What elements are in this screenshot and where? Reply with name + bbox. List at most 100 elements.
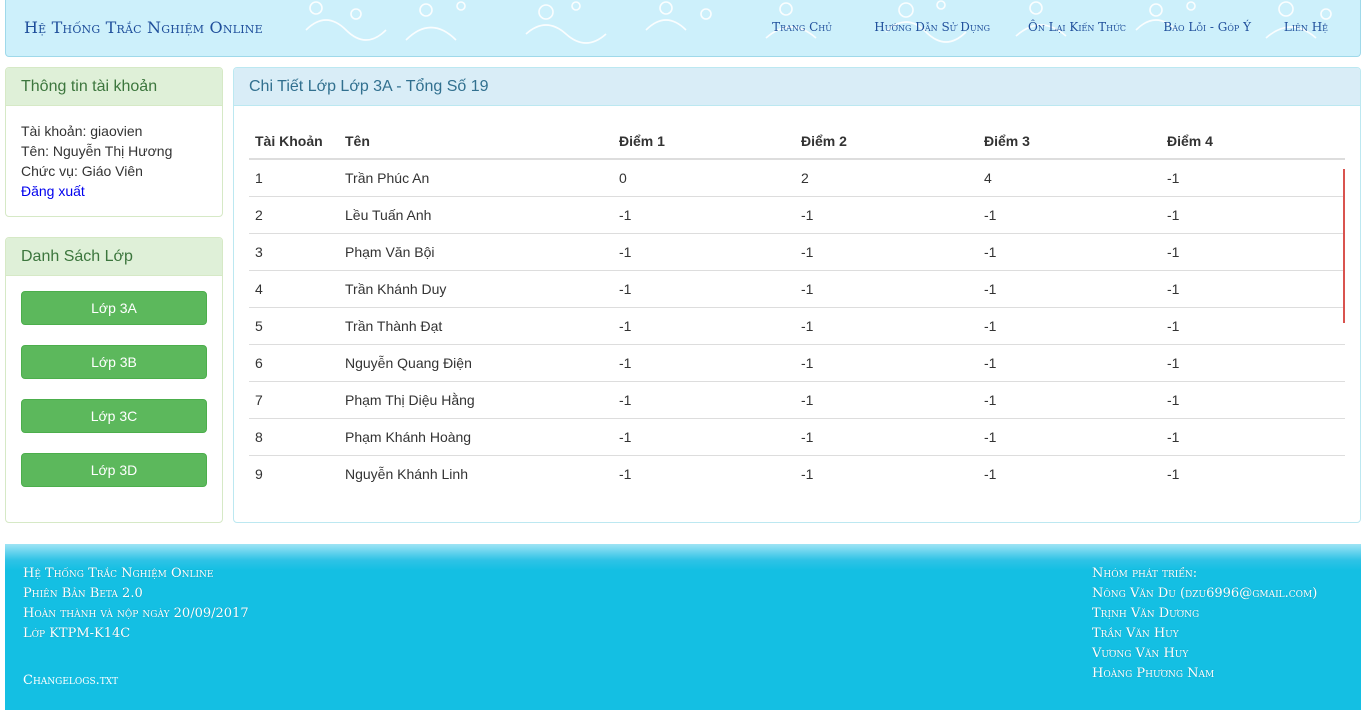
- cell-score-3: -1: [978, 380, 1161, 418]
- cell-name: Trần Phúc An: [339, 158, 613, 196]
- table-row: 1 Trần Phúc An 0 2 4 -1: [249, 158, 1345, 196]
- cell-score-1: -1: [613, 269, 795, 307]
- cell-score-3: -1: [978, 232, 1161, 270]
- footer-completion-date: Hoàn thành và nộp ngày 20/09/2017: [23, 606, 249, 621]
- cell-account: 8: [249, 417, 339, 455]
- column-header-score-3: Điểm 3: [978, 124, 1161, 160]
- cell-account: 3: [249, 232, 339, 270]
- cell-name: Phạm Văn Bội: [339, 232, 613, 270]
- cell-score-1: -1: [613, 454, 795, 492]
- class-3c-button[interactable]: Lớp 3C: [21, 399, 207, 433]
- cell-account: 5: [249, 306, 339, 344]
- cell-score-1: -1: [613, 417, 795, 455]
- cell-score-1: -1: [613, 232, 795, 270]
- cell-score-4: -1: [1161, 454, 1345, 492]
- changelog-link[interactable]: Changelogs.txt: [23, 673, 118, 688]
- cell-score-4: -1: [1161, 269, 1345, 307]
- class-3b-button[interactable]: Lớp 3B: [21, 345, 207, 379]
- cell-score-2: -1: [795, 269, 978, 307]
- cell-score-1: -1: [613, 343, 795, 381]
- account-name: Tên: Nguyễn Thị Hương: [21, 143, 173, 159]
- site-brand[interactable]: Hệ Thống Trắc Nghiệm Online: [24, 18, 263, 37]
- column-header-account: Tài Khoản: [249, 124, 339, 160]
- class-3d-button[interactable]: Lớp 3D: [21, 453, 207, 487]
- class-detail-title: Chi Tiết Lớp Lớp 3A - Tổng Số 19: [234, 68, 1360, 106]
- class-3a-button[interactable]: Lớp 3A: [21, 291, 207, 325]
- table-row: 3 Phạm Văn Bội -1 -1 -1 -1: [249, 232, 1345, 270]
- cell-score-3: -1: [978, 269, 1161, 307]
- cell-account: 1: [249, 158, 339, 196]
- cell-score-4: -1: [1161, 232, 1345, 270]
- scores-table-body: 1 Trần Phúc An 0 2 4 -1 2 Lều Tuấn Anh -1 -1 -1 -1 3…: [249, 158, 1345, 492]
- footer-team-heading: Nhóm phát triển:: [1092, 566, 1198, 581]
- footer-member: Nông Văn Du (dzu6996@gmail.com): [1092, 586, 1318, 601]
- footer-member: Trần Văn Huy: [1092, 626, 1179, 641]
- cell-score-2: -1: [795, 232, 978, 270]
- footer-site-name: Hệ Thống Trắc Nghiệm Online: [23, 566, 214, 581]
- cell-score-4: -1: [1161, 306, 1345, 344]
- cell-score-1: -1: [613, 380, 795, 418]
- account-info: Tài khoản: giaovien Tên: Nguyễn Thị Hươn…: [6, 106, 222, 216]
- table-header-row: Tài Khoản Tên Điểm 1 Điểm 2 Điểm 3 Điểm …: [249, 124, 1345, 160]
- cell-score-3: 4: [978, 158, 1161, 196]
- cell-name: Nguyễn Khánh Linh: [339, 454, 613, 492]
- cell-score-2: -1: [795, 417, 978, 455]
- cell-score-3: -1: [978, 343, 1161, 381]
- cell-score-2: -1: [795, 454, 978, 492]
- footer-dev-team: Nhóm phát triển: Nông Văn Du (dzu6996@gm…: [1092, 564, 1317, 684]
- cell-score-2: -1: [795, 343, 978, 381]
- cell-score-2: -1: [795, 195, 978, 233]
- table-row: 2 Lều Tuấn Anh -1 -1 -1 -1: [249, 195, 1345, 233]
- scores-table-wrapper[interactable]: Tài Khoản Tên Điểm 1 Điểm 2 Điểm 3 Điểm …: [249, 124, 1345, 522]
- cell-name: Trần Thành Đạt: [339, 306, 613, 344]
- cell-score-4: -1: [1161, 343, 1345, 381]
- cell-score-2: -1: [795, 380, 978, 418]
- nav-home[interactable]: Trang Chủ: [772, 20, 832, 34]
- cell-score-3: -1: [978, 306, 1161, 344]
- table-row: 8 Phạm Khánh Hoàng -1 -1 -1 -1: [249, 417, 1345, 455]
- cell-score-4: -1: [1161, 380, 1345, 418]
- column-header-score-1: Điểm 1: [613, 124, 795, 160]
- cell-score-4: -1: [1161, 195, 1345, 233]
- footer-member: Hoàng Phương Nam: [1092, 666, 1215, 681]
- nav-review-knowledge[interactable]: Ôn Lại Kiến Thức: [1028, 20, 1126, 34]
- cell-name: Phạm Khánh Hoàng: [339, 417, 613, 455]
- cell-score-1: 0: [613, 158, 795, 196]
- nav-contact[interactable]: Liên Hệ: [1284, 20, 1328, 34]
- account-role: Chức vụ: Giáo Viên: [21, 163, 143, 179]
- nav-report-feedback[interactable]: Báo Lỗi - Góp Ý: [1163, 20, 1251, 34]
- cell-score-3: -1: [978, 454, 1161, 492]
- column-header-score-2: Điểm 2: [795, 124, 978, 160]
- scrollbar-indicator[interactable]: [1343, 169, 1345, 323]
- table-row: 7 Phạm Thị Diệu Hằng -1 -1 -1 -1: [249, 380, 1345, 418]
- table-row: 5 Trần Thành Đạt -1 -1 -1 -1: [249, 306, 1345, 344]
- account-panel-title: Thông tin tài khoản: [6, 68, 222, 106]
- cell-name: Trần Khánh Duy: [339, 269, 613, 307]
- cell-name: Lều Tuấn Anh: [339, 195, 613, 233]
- column-header-score-4: Điểm 4: [1161, 124, 1345, 160]
- cell-score-4: -1: [1161, 417, 1345, 455]
- table-row: 6 Nguyễn Quang Điện -1 -1 -1 -1: [249, 343, 1345, 381]
- site-header: Hệ Thống Trắc Nghiệm Online Trang Chủ Hư…: [5, 0, 1361, 57]
- cell-score-1: -1: [613, 306, 795, 344]
- cell-name: Phạm Thị Diệu Hằng: [339, 380, 613, 418]
- table-row: 4 Trần Khánh Duy -1 -1 -1 -1: [249, 269, 1345, 307]
- footer-version: Phiên Bản Beta 2.0: [23, 586, 143, 601]
- class-list-title: Danh Sách Lớp: [6, 238, 222, 276]
- cell-account: 9: [249, 454, 339, 492]
- account-panel: Thông tin tài khoản Tài khoản: giaovien …: [5, 67, 223, 217]
- footer-member: Trịnh Văn Dương: [1092, 606, 1200, 621]
- account-username: Tài khoản: giaovien: [21, 123, 143, 139]
- cell-name: Nguyễn Quang Điện: [339, 343, 613, 381]
- cell-score-2: 2: [795, 158, 978, 196]
- column-header-name: Tên: [339, 124, 613, 160]
- cell-score-2: -1: [795, 306, 978, 344]
- scores-table: Tài Khoản Tên Điểm 1 Điểm 2 Điểm 3 Điểm …: [249, 124, 1345, 492]
- cell-account: 4: [249, 269, 339, 307]
- cell-score-3: -1: [978, 195, 1161, 233]
- cell-score-3: -1: [978, 417, 1161, 455]
- nav-user-guide[interactable]: Hướng Dẫn Sử Dụng: [874, 20, 990, 34]
- cell-score-4: -1: [1161, 158, 1345, 196]
- footer-project-info: Hệ Thống Trắc Nghiệm Online Phiên Bản Be…: [23, 564, 249, 644]
- logout-link[interactable]: Đăng xuất: [21, 181, 207, 201]
